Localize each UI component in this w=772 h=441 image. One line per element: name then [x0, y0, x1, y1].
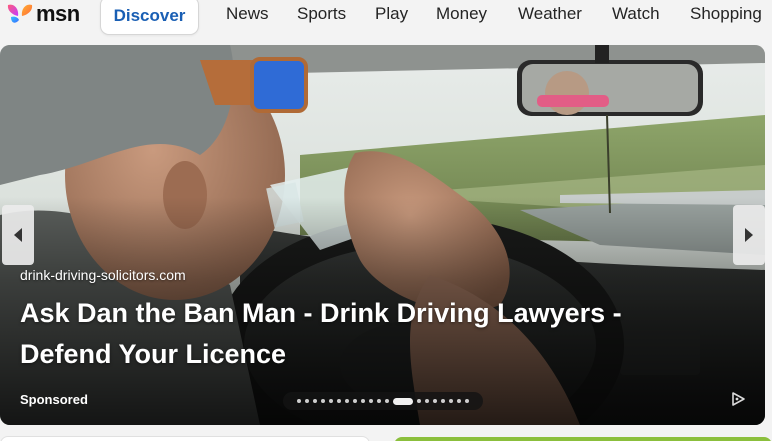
hero-card[interactable]: drink-driving-solicitors.com Ask Dan the…	[0, 45, 765, 425]
carousel-dot[interactable]	[433, 399, 437, 403]
carousel-dot[interactable]	[313, 399, 317, 403]
nav-link-weather[interactable]: Weather	[518, 4, 582, 24]
carousel-next-button[interactable]	[733, 205, 765, 265]
carousel-dot[interactable]	[449, 399, 453, 403]
carousel-dot[interactable]	[417, 399, 421, 403]
next-card-left[interactable]	[0, 436, 370, 441]
top-nav: msn Discover News Sports Play Money Weat…	[0, 0, 772, 40]
nav-link-shopping[interactable]: Shopping	[690, 4, 762, 24]
msn-logo[interactable]: msn	[5, 1, 80, 27]
carousel-dot[interactable]	[441, 399, 445, 403]
carousel-dot[interactable]	[297, 399, 301, 403]
hero-source[interactable]: drink-driving-solicitors.com	[20, 267, 186, 283]
carousel-dot[interactable]	[465, 399, 469, 403]
nav-link-money[interactable]: Money	[436, 4, 487, 24]
hero-headline[interactable]: Ask Dan the Ban Man - Drink Driving Lawy…	[20, 293, 700, 375]
nav-link-play[interactable]: Play	[375, 4, 408, 24]
sponsored-label: Sponsored	[20, 392, 88, 407]
carousel-dot[interactable]	[361, 399, 365, 403]
carousel-dot[interactable]	[321, 399, 325, 403]
adchoices-icon[interactable]	[729, 390, 747, 408]
next-card-right[interactable]	[394, 437, 772, 441]
carousel-dot[interactable]	[369, 399, 373, 403]
carousel-dot[interactable]	[385, 399, 389, 403]
carousel-dot-active[interactable]	[393, 397, 413, 405]
carousel-dot[interactable]	[345, 399, 349, 403]
carousel-dots	[283, 392, 483, 410]
brand-name: msn	[36, 1, 80, 26]
carousel-dot[interactable]	[305, 399, 309, 403]
carousel-dot[interactable]	[353, 399, 357, 403]
carousel-prev-button[interactable]	[2, 205, 34, 265]
tab-discover[interactable]: Discover	[100, 0, 199, 35]
carousel-dot[interactable]	[425, 399, 429, 403]
butterfly-icon	[7, 4, 33, 23]
nav-link-sports[interactable]: Sports	[297, 4, 346, 24]
nav-link-watch[interactable]: Watch	[612, 4, 660, 24]
nav-link-news[interactable]: News	[226, 4, 269, 24]
carousel-dot[interactable]	[337, 399, 341, 403]
carousel-dot[interactable]	[457, 399, 461, 403]
carousel-dot[interactable]	[377, 399, 381, 403]
chevron-left-icon	[14, 228, 22, 242]
carousel-dot[interactable]	[329, 399, 333, 403]
chevron-right-icon	[745, 228, 753, 242]
